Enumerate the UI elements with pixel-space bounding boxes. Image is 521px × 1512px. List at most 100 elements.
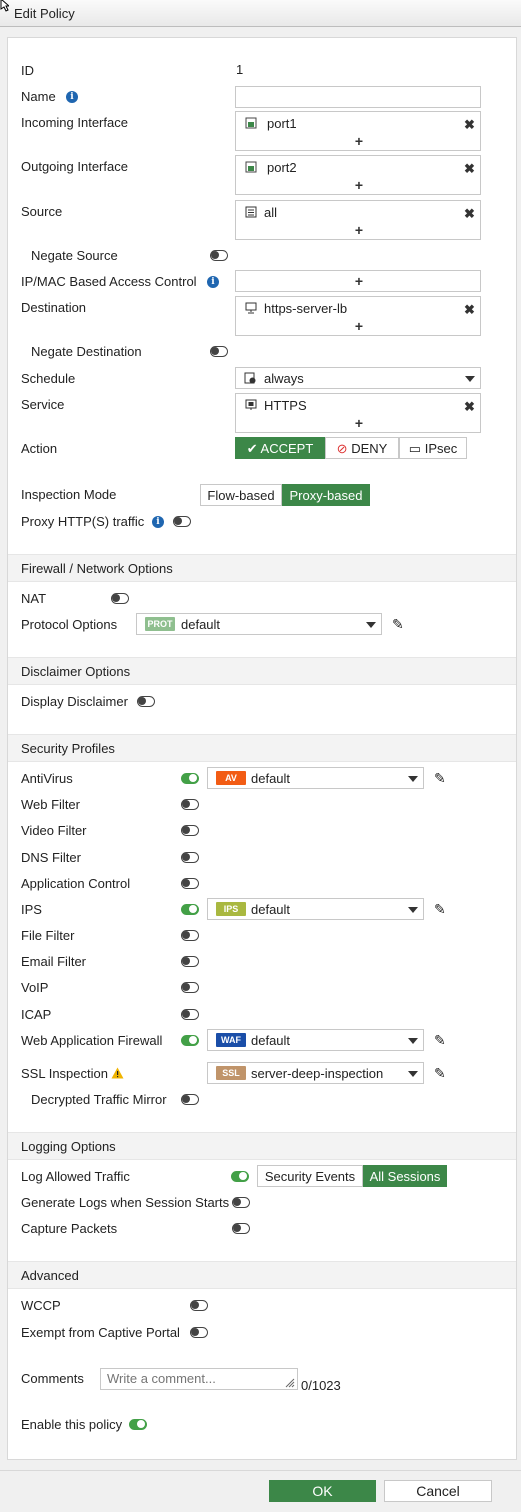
edit-icon[interactable]: ✎ — [392, 616, 404, 633]
action-deny-button[interactable]: ⊘ DENY — [325, 437, 399, 459]
gen-logs-toggle[interactable] — [232, 1197, 250, 1208]
negate-source-label: Negate Source — [31, 248, 118, 263]
decrypted-mirror-label: Decrypted Traffic Mirror — [31, 1092, 167, 1107]
email-filter-label: Email Filter — [21, 954, 87, 969]
deny-icon: ⊘ — [336, 441, 348, 456]
edit-icon[interactable]: ✎ — [434, 1032, 446, 1049]
add-icon[interactable]: + — [349, 133, 369, 149]
comments-textarea[interactable] — [100, 1368, 298, 1390]
id-value: 1 — [236, 62, 244, 77]
remove-icon[interactable]: ✖ — [464, 399, 475, 415]
remove-icon[interactable]: ✖ — [464, 117, 475, 133]
ipmac-field[interactable]: + — [235, 270, 481, 292]
service-field[interactable]: HTTPS ✖ + — [235, 393, 481, 433]
dns-filter-label: DNS Filter — [21, 850, 81, 865]
edit-icon[interactable]: ✎ — [434, 1065, 446, 1082]
remove-icon[interactable]: ✖ — [464, 302, 475, 318]
chevron-down-icon — [408, 907, 418, 913]
inspection-proxy-button[interactable]: Proxy-based — [282, 484, 370, 506]
ips-select[interactable]: IPS default — [207, 898, 424, 920]
add-icon[interactable]: + — [349, 222, 369, 238]
waf-label: Web Application Firewall — [21, 1033, 163, 1048]
schedule-label: Schedule — [21, 371, 76, 386]
resize-handle-icon[interactable] — [285, 1378, 295, 1388]
section-title: Firewall / Network Options — [21, 561, 173, 576]
chevron-down-icon — [465, 376, 475, 382]
laptop-icon: ▭ — [408, 441, 422, 456]
remove-icon[interactable]: ✖ — [464, 161, 475, 177]
incoming-interface-field[interactable]: port1 ✖ + — [235, 111, 481, 151]
video-filter-toggle[interactable] — [181, 825, 199, 836]
wccp-label: WCCP — [21, 1298, 61, 1313]
web-filter-toggle[interactable] — [181, 799, 199, 810]
edit-icon[interactable]: ✎ — [434, 770, 446, 787]
capture-packets-toggle[interactable] — [232, 1223, 250, 1234]
waf-select[interactable]: WAF default — [207, 1029, 424, 1051]
add-icon[interactable]: + — [349, 177, 369, 193]
display-disclaimer-label: Display Disclaimer — [21, 694, 128, 709]
add-icon[interactable]: + — [349, 273, 369, 289]
ips-value: default — [251, 902, 291, 917]
app-control-toggle[interactable] — [181, 878, 199, 889]
protocol-options-label: Protocol Options — [21, 617, 118, 632]
server-icon — [245, 302, 257, 314]
remove-icon[interactable]: ✖ — [464, 206, 475, 222]
info-icon[interactable]: i — [66, 91, 78, 103]
ok-button[interactable]: OK — [269, 1480, 376, 1502]
capture-packets-label: Capture Packets — [21, 1221, 118, 1236]
voip-toggle[interactable] — [181, 982, 199, 993]
destination-field[interactable]: https-server-lb ✖ + — [235, 296, 481, 336]
outgoing-interface-entry: port2 — [267, 160, 297, 175]
log-allowed-toggle[interactable] — [231, 1171, 249, 1182]
waf-toggle[interactable] — [181, 1035, 199, 1046]
outgoing-interface-field[interactable]: port2 ✖ + — [235, 155, 481, 195]
inspection-mode-label: Inspection Mode — [21, 487, 117, 502]
name-input[interactable] — [235, 86, 481, 108]
voip-label: VoIP — [21, 980, 49, 995]
port-icon — [245, 161, 257, 173]
checkmark-icon: ✔ — [246, 441, 258, 456]
id-label: ID — [21, 63, 34, 78]
add-icon[interactable]: + — [349, 318, 369, 334]
source-field[interactable]: all ✖ + — [235, 200, 481, 240]
log-all-sessions-button[interactable]: All Sessions — [363, 1165, 447, 1187]
proxy-http-toggle[interactable] — [173, 516, 191, 527]
antivirus-toggle[interactable] — [181, 773, 199, 784]
negate-destination-toggle[interactable] — [210, 346, 228, 357]
display-disclaimer-toggle[interactable] — [137, 696, 155, 707]
edit-icon[interactable]: ✎ — [434, 901, 446, 918]
antivirus-select[interactable]: AV default — [207, 767, 424, 789]
ssl-badge: SSL — [216, 1066, 246, 1080]
enable-policy-toggle[interactable] — [129, 1419, 147, 1430]
dns-filter-toggle[interactable] — [181, 852, 199, 863]
icap-toggle[interactable] — [181, 1009, 199, 1020]
ssl-inspection-select[interactable]: SSL server-deep-inspection — [207, 1062, 424, 1084]
info-icon[interactable]: i — [207, 276, 219, 288]
exempt-captive-toggle[interactable] — [190, 1327, 208, 1338]
protocol-options-select[interactable]: PROT default — [136, 613, 382, 635]
add-icon[interactable]: + — [349, 415, 369, 431]
section-header-advanced: Advanced — [8, 1261, 516, 1289]
nat-toggle[interactable] — [111, 593, 129, 604]
decrypted-mirror-toggle[interactable] — [181, 1094, 199, 1105]
schedule-select[interactable]: always — [235, 367, 481, 389]
cancel-button[interactable]: Cancel — [384, 1480, 492, 1502]
log-security-events-button[interactable]: Security Events — [257, 1165, 363, 1187]
wccp-toggle[interactable] — [190, 1300, 208, 1311]
file-filter-toggle[interactable] — [181, 930, 199, 941]
info-icon[interactable]: i — [152, 516, 164, 528]
action-label: Action — [21, 441, 58, 456]
enable-policy-label: Enable this policy — [21, 1417, 123, 1432]
inspection-flow-button[interactable]: Flow-based — [200, 484, 282, 506]
gen-logs-label: Generate Logs when Session Starts — [21, 1195, 230, 1210]
section-title: Logging Options — [21, 1139, 116, 1154]
av-badge: AV — [216, 771, 246, 785]
negate-source-toggle[interactable] — [210, 250, 228, 261]
ips-badge: IPS — [216, 902, 246, 916]
dialog-titlebar: Edit Policy — [0, 0, 521, 27]
web-filter-label: Web Filter — [21, 797, 80, 812]
action-accept-button[interactable]: ✔ ACCEPT — [235, 437, 325, 459]
action-ipsec-button[interactable]: ▭ IPsec — [399, 437, 467, 459]
ips-toggle[interactable] — [181, 904, 199, 915]
email-filter-toggle[interactable] — [181, 956, 199, 967]
